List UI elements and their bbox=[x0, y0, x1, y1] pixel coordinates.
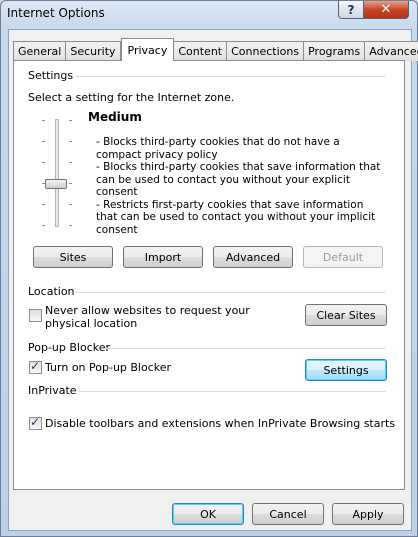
popup-checkbox-label[interactable]: Turn on Pop-up Blocker bbox=[45, 361, 171, 374]
check-icon: ✓ bbox=[30, 415, 41, 429]
window-title: Internet Options bbox=[7, 6, 105, 20]
inprivate-checkbox[interactable]: ✓ bbox=[29, 415, 42, 430]
location-group-title: Location bbox=[28, 285, 75, 298]
slider-tick bbox=[69, 162, 72, 163]
sites-button[interactable]: Sites bbox=[33, 246, 113, 268]
privacy-level-description: - Blocks third-party cookies that do not… bbox=[96, 136, 386, 236]
slider-tick bbox=[42, 162, 45, 163]
popup-group-title: Pop-up Blocker bbox=[28, 341, 111, 354]
tab-programs[interactable]: Programs bbox=[304, 41, 366, 61]
popup-settings-button[interactable]: Settings bbox=[305, 359, 387, 381]
settings-group-title: Settings bbox=[28, 69, 74, 82]
tab-advanced[interactable]: Advanced bbox=[365, 41, 418, 61]
slider-tick bbox=[69, 141, 72, 142]
popup-checkbox[interactable]: ✓ bbox=[29, 359, 42, 374]
description-line: - Blocks third-party cookies that save i… bbox=[96, 161, 381, 198]
internet-options-window: Internet Options ? ✕ General Security Pr… bbox=[0, 0, 418, 537]
clear-sites-button[interactable]: Clear Sites bbox=[305, 304, 387, 326]
description-line: - Restricts first-party cookies that sav… bbox=[96, 198, 376, 236]
slider-tick bbox=[69, 183, 72, 184]
description-line: - Blocks third-party cookies that do not… bbox=[96, 136, 340, 161]
advanced-button[interactable]: Advanced bbox=[213, 246, 293, 268]
inprivate-group-title: InPrivate bbox=[28, 384, 77, 397]
slider-thumb[interactable] bbox=[45, 179, 67, 189]
check-icon: ✓ bbox=[30, 359, 41, 373]
location-checkbox-label[interactable]: Never allow websites to request your phy… bbox=[45, 304, 255, 330]
help-icon: ? bbox=[347, 2, 355, 17]
dialog-client: General Security Privacy Content Connect… bbox=[8, 29, 418, 531]
location-checkbox[interactable] bbox=[29, 309, 42, 322]
slider-tick bbox=[42, 141, 45, 142]
privacy-level-name: Medium bbox=[88, 110, 142, 124]
close-button[interactable]: ✕ bbox=[363, 1, 409, 19]
privacy-panel: Settings Select a setting for the Intern… bbox=[13, 60, 405, 490]
slider-tick bbox=[69, 120, 72, 121]
slider-tick bbox=[42, 120, 45, 121]
slider-tick bbox=[69, 204, 72, 205]
settings-prompt: Select a setting for the Internet zone. bbox=[28, 91, 235, 104]
default-button[interactable]: Default bbox=[303, 246, 383, 268]
popup-divider bbox=[104, 348, 386, 349]
slider-tick bbox=[42, 225, 45, 226]
tab-strip: General Security Privacy Content Connect… bbox=[13, 38, 418, 61]
location-divider bbox=[76, 292, 386, 293]
tab-privacy[interactable]: Privacy bbox=[120, 38, 175, 61]
apply-button[interactable]: Apply bbox=[332, 503, 404, 525]
slider-track[interactable] bbox=[55, 119, 59, 227]
import-button[interactable]: Import bbox=[123, 246, 203, 268]
close-icon: ✕ bbox=[380, 2, 392, 17]
inprivate-checkbox-label[interactable]: Disable toolbars and extensions when InP… bbox=[45, 417, 395, 430]
inprivate-divider bbox=[78, 391, 386, 392]
tab-connections[interactable]: Connections bbox=[227, 41, 305, 61]
tab-security[interactable]: Security bbox=[66, 41, 121, 61]
tab-content[interactable]: Content bbox=[174, 41, 228, 61]
title-bar[interactable]: Internet Options ? ✕ bbox=[1, 1, 417, 29]
help-button[interactable]: ? bbox=[338, 1, 364, 19]
cancel-button[interactable]: Cancel bbox=[252, 503, 324, 525]
settings-divider bbox=[76, 76, 386, 77]
slider-tick bbox=[69, 225, 72, 226]
ok-button[interactable]: OK bbox=[172, 503, 244, 525]
slider-tick bbox=[42, 204, 45, 205]
tab-general[interactable]: General bbox=[13, 41, 67, 61]
